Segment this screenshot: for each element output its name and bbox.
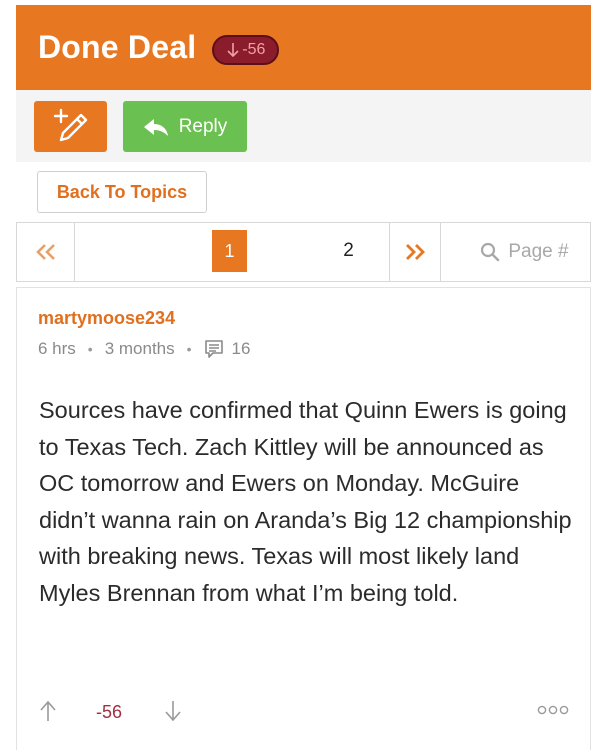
pagination: 1 2 Page # [16,222,591,282]
vote-badge: -56 [212,34,280,65]
upvote-icon[interactable] [38,700,58,722]
page-1-button[interactable]: 1 [212,230,247,272]
comment-count[interactable]: 16 [204,339,251,359]
post-body: Sources have confirmed that Quinn Ewers … [39,397,572,606]
double-chevron-left-icon [35,244,55,260]
post-meta: 6 hrs • 3 months • 16 [38,339,250,359]
post-card: martymoose234 6 hrs • 3 months • 16 Sour… [16,287,591,750]
post-time: 6 hrs [38,339,76,358]
reply-button[interactable]: Reply [123,101,247,152]
action-toolbar: Reply [16,90,591,162]
post-age: 3 months [104,339,175,358]
pencil-plus-icon [53,108,87,141]
meta-separator: • [186,341,192,357]
more-options-icon[interactable] [537,704,569,716]
first-page-button[interactable] [17,223,75,281]
topic-title: Done Deal [38,29,197,65]
meta-separator: • [87,341,93,357]
post-author[interactable]: martymoose234 [38,308,175,329]
post-score: -56 [96,702,123,722]
arrow-down-icon [227,42,239,57]
page-2-button[interactable]: 2 [331,230,366,272]
vote-badge-count: -56 [242,40,266,58]
double-chevron-right-icon [406,244,425,260]
reply-label: Reply [178,115,228,137]
comment-count-value: 16 [231,339,251,358]
page-jump-input[interactable]: Page # [441,223,592,281]
comment-icon [204,340,223,358]
back-to-topics-button[interactable]: Back To Topics [37,171,207,213]
reply-arrow-icon [143,118,168,136]
new-topic-button[interactable] [34,101,107,152]
next-page-button[interactable] [389,223,441,281]
search-icon [481,242,500,262]
downvote-icon[interactable] [163,700,183,722]
post-footer: -56 [17,688,592,734]
topic-header: Done Deal -56 [16,5,591,90]
page-numbers: 1 2 [75,223,405,281]
page-jump-placeholder: Page # [508,241,569,262]
